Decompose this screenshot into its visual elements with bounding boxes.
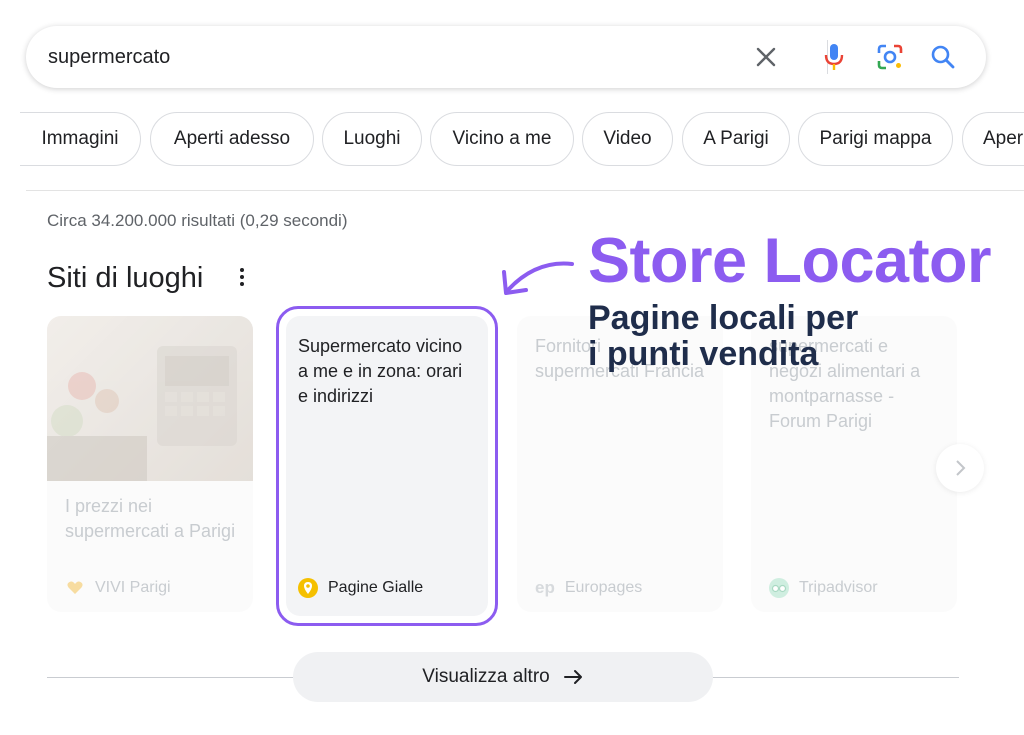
chip-immagini[interactable]: Immagini xyxy=(20,112,141,166)
card-image xyxy=(47,316,253,481)
result-stats: Circa 34.200.000 risultati (0,29 secondi… xyxy=(47,211,348,230)
search-icon[interactable] xyxy=(928,42,958,72)
lens-icon[interactable] xyxy=(875,42,905,72)
show-more-button[interactable]: Visualizza altro xyxy=(293,652,713,702)
card-title: I prezzi nei supermercati a Parigi xyxy=(65,496,236,541)
tripadvisor-icon xyxy=(769,578,789,598)
overlay-subtitle-line2: i punti vendita xyxy=(588,335,819,373)
section-title: Siti di luoghi xyxy=(47,262,204,294)
card-source: ep Europages xyxy=(535,578,642,598)
chip-vicino-a-me[interactable]: Vicino a me xyxy=(430,112,574,166)
overlay-subtitle: Pagine locali per i punti vendita xyxy=(588,300,858,372)
mic-icon[interactable] xyxy=(819,42,849,72)
chip-aperti[interactable]: Aper xyxy=(962,112,1024,166)
pointer-arrow-icon xyxy=(502,261,574,295)
heart-icon xyxy=(65,578,85,598)
card-source-name: VIVI Parigi xyxy=(95,579,171,596)
highlight-frame xyxy=(276,306,498,626)
card-source: VIVI Parigi xyxy=(65,578,171,598)
chip-parigi-mappa[interactable]: Parigi mappa xyxy=(798,112,953,166)
overlay-subtitle-line1: Pagine locali per xyxy=(588,299,859,337)
show-more-label: Visualizza altro xyxy=(422,666,550,687)
europages-icon: ep xyxy=(535,578,555,597)
card-source: Tripadvisor xyxy=(769,578,878,598)
filter-chips: Immagini Aperti adesso Luoghi Vicino a m… xyxy=(0,112,1024,168)
card-source-name: Tripadvisor xyxy=(799,579,878,596)
chip-video[interactable]: Video xyxy=(582,112,673,166)
chevron-right-icon xyxy=(956,460,966,476)
search-input[interactable]: supermercato xyxy=(48,46,170,69)
chip-a-parigi[interactable]: A Parigi xyxy=(682,112,790,166)
chip-aperti-adesso[interactable]: Aperti adesso xyxy=(150,112,314,166)
more-options-icon[interactable] xyxy=(238,268,246,290)
close-icon[interactable] xyxy=(751,42,781,72)
carousel-next-button[interactable] xyxy=(936,444,984,492)
arrow-right-icon xyxy=(563,670,582,684)
overlay-title: Store Locator xyxy=(588,226,992,296)
chip-luoghi[interactable]: Luoghi xyxy=(322,112,422,166)
card-source-name: Europages xyxy=(564,579,643,596)
chips-divider xyxy=(26,190,1024,191)
place-card-vivi-parigi[interactable]: I prezzi nei supermercati a Parigi VIVI … xyxy=(47,316,253,612)
search-bar[interactable]: supermercato xyxy=(26,26,986,88)
